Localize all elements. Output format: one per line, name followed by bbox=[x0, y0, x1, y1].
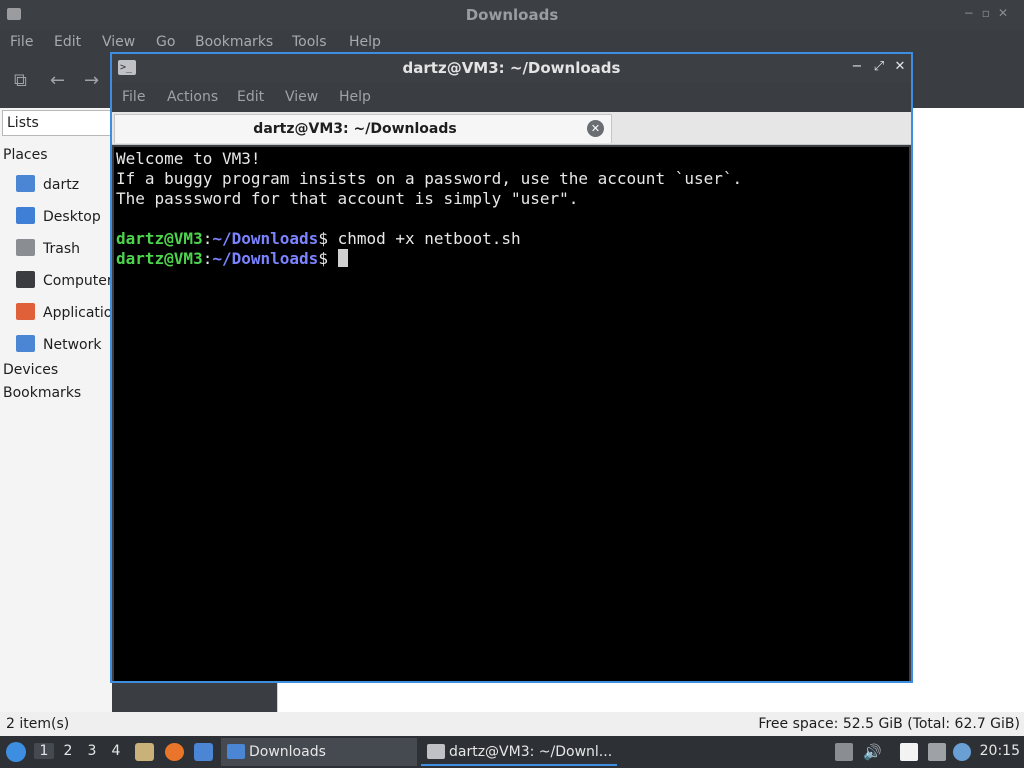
network-icon bbox=[16, 335, 35, 352]
menu-edit[interactable]: Edit bbox=[237, 89, 264, 105]
devices-header[interactable]: Devices bbox=[3, 362, 58, 378]
prompt-separator: : bbox=[202, 229, 213, 248]
prompt-user: dartz@VM3 bbox=[116, 229, 203, 248]
task-label: Downloads bbox=[249, 744, 326, 760]
terminal-line: If a buggy program insists on a password… bbox=[116, 169, 743, 188]
firefox-launcher-icon[interactable] bbox=[165, 743, 184, 761]
close-tab-icon[interactable]: ✕ bbox=[587, 120, 604, 137]
desktop-icon bbox=[16, 207, 35, 224]
desktop-launcher-icon[interactable] bbox=[194, 743, 213, 761]
workspace-2[interactable]: 2 bbox=[58, 743, 78, 759]
sidebar-item-label: Computer bbox=[43, 273, 112, 289]
terminal-menubar: File Actions Edit View Help bbox=[112, 82, 911, 112]
text-cursor bbox=[337, 249, 348, 267]
file-manager-titlebar[interactable]: Downloads −▫✕ bbox=[0, 0, 1024, 30]
sidebar-item-applications[interactable]: Applications bbox=[16, 303, 112, 329]
forward-arrow-icon[interactable]: → bbox=[84, 70, 99, 91]
file-manager-launcher-icon[interactable] bbox=[135, 743, 154, 761]
bookmarks-header[interactable]: Bookmarks bbox=[3, 385, 81, 401]
sidebar-item-dartz[interactable]: dartz bbox=[16, 175, 112, 201]
start-menu-icon[interactable] bbox=[6, 742, 26, 762]
sidebar-item-label: Desktop bbox=[43, 209, 101, 225]
sidebar-item-label: Trash bbox=[43, 241, 80, 257]
maximize-button[interactable]: ⤢ bbox=[871, 59, 887, 74]
terminal-command-line: dartz@VM3:~/Downloads$ chmod +x netboot.… bbox=[116, 229, 909, 249]
menu-go[interactable]: Go bbox=[156, 34, 175, 50]
status-bar: 2 item(s) Free space: 52.5 GiB (Total: 6… bbox=[0, 712, 1024, 736]
sidebar: Lists Places dartz Desktop Trash Compute… bbox=[0, 108, 112, 712]
menu-bookmarks[interactable]: Bookmarks bbox=[195, 34, 273, 50]
menu-tools[interactable]: Tools bbox=[292, 34, 327, 50]
prompt-path: ~/Downloads bbox=[212, 249, 319, 268]
notification-icon[interactable] bbox=[953, 743, 971, 761]
prompt-symbol: $ bbox=[318, 249, 338, 268]
tab-terminal[interactable]: dartz@VM3: ~/Downloads ✕ bbox=[114, 114, 612, 143]
prompt-symbol: $ bbox=[318, 229, 338, 248]
close-button[interactable]: ✕ bbox=[892, 59, 908, 74]
menu-help[interactable]: Help bbox=[339, 89, 371, 105]
command-text: chmod +x netboot.sh bbox=[337, 229, 521, 248]
sidebar-item-label: Network bbox=[43, 337, 102, 353]
menu-view[interactable]: View bbox=[285, 89, 318, 105]
terminal-tabbar: dartz@VM3: ~/Downloads ✕ bbox=[112, 112, 911, 145]
item-count: 2 item(s) bbox=[6, 716, 70, 732]
tab-label: dartz@VM3: ~/Downloads bbox=[253, 121, 457, 137]
menu-help[interactable]: Help bbox=[349, 34, 381, 50]
sidebar-item-network[interactable]: Network bbox=[16, 335, 112, 361]
terminal-window: >_ dartz@VM3: ~/Downloads − ⤢ ✕ File Act… bbox=[110, 52, 913, 683]
workspace-3[interactable]: 3 bbox=[82, 743, 102, 759]
trash-icon bbox=[16, 239, 35, 256]
terminal-line: Welcome to VM3! bbox=[116, 149, 261, 168]
workspace-4[interactable]: 4 bbox=[106, 743, 126, 759]
clock[interactable]: 20:15 bbox=[980, 743, 1020, 759]
terminal-command-line: dartz@VM3:~/Downloads$ bbox=[116, 249, 909, 269]
home-folder-icon bbox=[16, 175, 35, 192]
computer-icon bbox=[16, 271, 35, 288]
eject-icon[interactable] bbox=[835, 743, 853, 761]
menu-view[interactable]: View bbox=[102, 34, 135, 50]
sidebar-mode-select[interactable]: Lists bbox=[2, 110, 112, 136]
file-manager-title: Downloads bbox=[465, 6, 559, 24]
back-arrow-icon[interactable]: ← bbox=[50, 70, 65, 91]
new-tab-icon[interactable]: ⧉ bbox=[14, 70, 27, 91]
task-terminal[interactable]: dartz@VM3: ~/Downl... bbox=[421, 738, 617, 766]
sidebar-item-trash[interactable]: Trash bbox=[16, 239, 112, 265]
terminal-titlebar[interactable]: >_ dartz@VM3: ~/Downloads − ⤢ ✕ bbox=[112, 54, 911, 82]
clipboard-icon[interactable] bbox=[900, 743, 918, 761]
terminal-line: The passsword for that account is simply… bbox=[116, 189, 579, 208]
prompt-path: ~/Downloads bbox=[212, 229, 319, 248]
free-space: Free space: 52.5 GiB (Total: 62.7 GiB) bbox=[758, 716, 1020, 732]
places-header[interactable]: Places bbox=[3, 147, 48, 163]
volume-icon[interactable]: 🔊 bbox=[863, 743, 882, 761]
task-downloads[interactable]: Downloads bbox=[221, 738, 417, 766]
minimize-button[interactable]: − bbox=[849, 59, 865, 74]
sidebar-item-computer[interactable]: Computer bbox=[16, 271, 112, 297]
terminal-output[interactable]: Welcome to VM3! If a buggy program insist… bbox=[114, 147, 909, 681]
terminal-icon bbox=[427, 744, 445, 759]
prompt-user: dartz@VM3 bbox=[116, 249, 203, 268]
menu-actions[interactable]: Actions bbox=[167, 89, 218, 105]
menu-file[interactable]: File bbox=[10, 34, 33, 50]
taskbar: 1 2 3 4 Downloads dartz@VM3: ~/Downl... … bbox=[0, 736, 1024, 768]
sidebar-item-desktop[interactable]: Desktop bbox=[16, 207, 112, 233]
window-controls[interactable]: −▫✕ bbox=[964, 6, 1016, 20]
sidebar-item-label: Applications bbox=[43, 305, 112, 321]
terminal-title: dartz@VM3: ~/Downloads bbox=[402, 59, 621, 77]
applications-icon bbox=[16, 303, 35, 320]
menu-file[interactable]: File bbox=[122, 89, 145, 105]
menu-edit[interactable]: Edit bbox=[54, 34, 81, 50]
prompt-separator: : bbox=[202, 249, 213, 268]
task-label: dartz@VM3: ~/Downl... bbox=[449, 744, 613, 760]
sidebar-item-label: dartz bbox=[43, 177, 80, 193]
workspace-1[interactable]: 1 bbox=[34, 743, 54, 759]
network-tray-icon[interactable] bbox=[928, 743, 946, 761]
folder-icon bbox=[227, 744, 245, 759]
